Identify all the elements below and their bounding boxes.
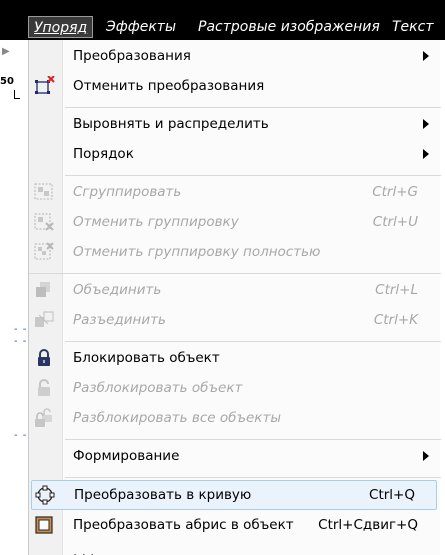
menu-separator [65, 107, 441, 108]
menu-separator [29, 273, 441, 274]
menu-item-label: Отменить группировку [73, 214, 239, 230]
menu-arrange[interactable]: Упоряд [28, 16, 94, 38]
menu-item-break-apart[interactable]: Разъединить Ctrl+K [29, 305, 441, 335]
ruler-label: 50 [0, 76, 14, 87]
ungroup-all-icon [33, 242, 55, 262]
menu-item-label: Преобразовать абрис в объект [73, 517, 294, 533]
menu-item-shortcut: Ctrl+Сдвиг+Q [318, 517, 418, 533]
menu-item-label: Объединить [73, 282, 162, 298]
menu-text[interactable]: Текст [386, 16, 439, 38]
menu-bar: Упоряд Эффекты Растровые изображения Тек… [0, 0, 445, 40]
guide-dash: - - [14, 336, 28, 347]
document-canvas-edge: ▶ 50 - - - - - - [0, 40, 28, 555]
menu-effects[interactable]: Эффекты [100, 16, 182, 38]
menu-item-ungroup-all[interactable]: Отменить группировку полностью [29, 237, 441, 267]
menu-effects-label: Эффекты [106, 19, 176, 35]
menu-item-label: Сгруппировать [73, 184, 182, 200]
menu-item-shaping[interactable]: Формирование [29, 441, 441, 471]
break-apart-icon [33, 310, 55, 330]
menu-item-outline-to-object[interactable]: Преобразовать абрис в объект Ctrl+Сдвиг+… [29, 510, 441, 540]
ungroup-icon [33, 212, 55, 232]
menu-item-shortcut: Ctrl+G [372, 184, 418, 200]
submenu-arrow-icon [423, 451, 429, 461]
menu-item-label: Формирование [73, 448, 180, 464]
menu-separator [65, 175, 441, 176]
menu-item-label: Отменить группировку полностью [73, 244, 321, 260]
menu-item-label: Блокировать объект [73, 350, 220, 366]
clear-transform-icon [33, 75, 55, 96]
menu-item-shortcut: Ctrl+U [372, 214, 418, 230]
menu-item-label: Преобразовать в кривую [74, 487, 252, 503]
menu-separator [65, 341, 441, 342]
arrange-dropdown-menu: Преобразования Отменить преобразования В… [28, 40, 441, 555]
guide-dash: - - [14, 430, 28, 441]
menu-text-label: Текст [392, 19, 434, 35]
menu-item-label: Порядок [73, 146, 134, 162]
guide-dash: - - [14, 324, 28, 335]
menu-item-ungroup[interactable]: Отменить группировку Ctrl+U [29, 207, 441, 237]
menu-item-transformations[interactable]: Преобразования [29, 41, 441, 71]
unlock-icon [33, 378, 55, 398]
menu-item-combine[interactable]: Объединить Ctrl+L [29, 275, 441, 305]
scroll-arrow-icon[interactable]: ▶ [2, 46, 10, 57]
submenu-arrow-icon [423, 51, 429, 61]
menu-item-label: Преобразования [73, 48, 191, 64]
menu-item-convert-to-curves[interactable]: Преобразовать в кривую Ctrl+Q [31, 480, 437, 510]
menu-item-label-partial: . . . [73, 544, 95, 555]
submenu-arrow-icon [423, 119, 429, 129]
menu-separator [65, 477, 441, 478]
menu-item-label: Отменить преобразования [73, 78, 265, 94]
menu-item-clear-transformations[interactable]: Отменить преобразования [29, 71, 441, 101]
unlock-all-icon [33, 408, 55, 428]
group-icon [33, 182, 55, 202]
menu-item-unlock-all[interactable]: Разблокировать все объекты [29, 403, 441, 433]
menu-bitmaps[interactable]: Растровые изображения [192, 16, 386, 38]
lock-icon [33, 348, 55, 368]
outline-to-object-icon [33, 515, 55, 535]
menu-item-shortcut: Ctrl+L [375, 282, 418, 298]
menu-arrange-label: Упоряд [34, 20, 88, 36]
menu-item-shortcut: Ctrl+Q [369, 487, 415, 503]
menu-item-group[interactable]: Сгруппировать Ctrl+G [29, 177, 441, 207]
menu-item-label: Разблокировать все объекты [73, 410, 281, 426]
menu-item-label: Разблокировать объект [73, 380, 243, 396]
menu-bitmaps-label: Растровые изображения [198, 19, 380, 35]
menu-item-align-distribute[interactable]: Выровнять и распределить [29, 109, 441, 139]
menu-item-shortcut: Ctrl+K [373, 312, 418, 328]
menu-item-lock-object[interactable]: Блокировать объект [29, 343, 441, 373]
menu-item-label: Разъединить [73, 312, 166, 328]
combine-icon [33, 280, 55, 300]
menu-separator [65, 439, 441, 440]
menu-item-unlock-object[interactable]: Разблокировать объект [29, 373, 441, 403]
submenu-arrow-icon [423, 149, 429, 159]
ruler-tick [14, 98, 20, 99]
menu-item-order[interactable]: Порядок [29, 139, 441, 169]
convert-to-curves-icon [34, 485, 56, 505]
menu-item-cut-off[interactable]: . . . [29, 543, 441, 555]
menu-item-label: Выровнять и распределить [73, 116, 269, 132]
